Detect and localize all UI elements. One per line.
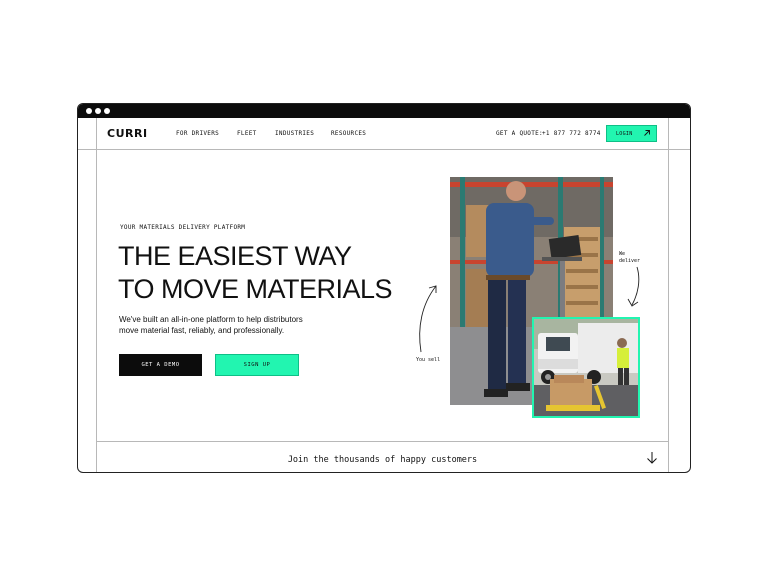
sign-up-label: SIGN UP — [243, 362, 271, 368]
get-a-demo-label: GET A DEMO — [141, 362, 180, 368]
nav-link-fleet[interactable]: FLEET — [237, 130, 257, 137]
window-dot-icon — [86, 108, 92, 114]
get-a-demo-button[interactable]: GET A DEMO — [119, 354, 202, 376]
note-we-deliver: We deliver — [619, 251, 640, 265]
arrow-down-icon[interactable] — [646, 451, 658, 465]
hero-eyebrow: YOUR MATERIALS DELIVERY PLATFORM — [120, 224, 246, 231]
browser-titlebar — [78, 104, 690, 118]
hero-body-line1: We've built an all-in-one platform to he… — [119, 315, 303, 324]
hero-headline-line2: TO MOVE MATERIALS — [118, 274, 393, 304]
curri-logo[interactable]: CURRI — [107, 127, 148, 140]
nav-link-industries[interactable]: INDUSTRIES — [275, 130, 314, 137]
phone-link[interactable]: +1 877 772 8774 — [542, 130, 601, 137]
customers-text: Join the thousands of happy customers — [287, 455, 478, 465]
top-nav: CURRI FOR DRIVERS FLEET INDUSTRIES RESOU… — [78, 118, 690, 150]
customers-bar[interactable]: Join the thousands of happy customers — [96, 441, 669, 472]
frame-line-right — [668, 118, 669, 472]
login-button[interactable]: LOGIN — [606, 125, 657, 142]
note-we-deliver-line2: deliver — [619, 258, 641, 264]
sign-up-button[interactable]: SIGN UP — [215, 354, 299, 376]
hero-headline-line1: THE EASIEST WAY — [118, 241, 352, 271]
window-dot-icon — [104, 108, 110, 114]
arrow-up-right-icon — [644, 130, 650, 136]
delivery-truck-photo — [532, 317, 640, 418]
browser-window: CURRI FOR DRIVERS FLEET INDUSTRIES RESOU… — [77, 103, 691, 473]
quote-label: GET A QUOTE: — [496, 130, 543, 137]
hero-body-line2: move material fast, reliably, and profes… — [119, 326, 285, 335]
nav-link-for-drivers[interactable]: FOR DRIVERS — [176, 130, 219, 137]
curved-arrow-icon — [627, 266, 640, 307]
curved-arrow-icon — [419, 285, 437, 353]
window-dot-icon — [95, 108, 101, 114]
note-we-deliver-line1: We — [619, 251, 626, 257]
note-you-sell: You sell — [416, 357, 441, 363]
login-label: LOGIN — [616, 131, 633, 137]
nav-link-resources[interactable]: RESOURCES — [331, 130, 366, 137]
frame-line-left — [96, 118, 97, 472]
